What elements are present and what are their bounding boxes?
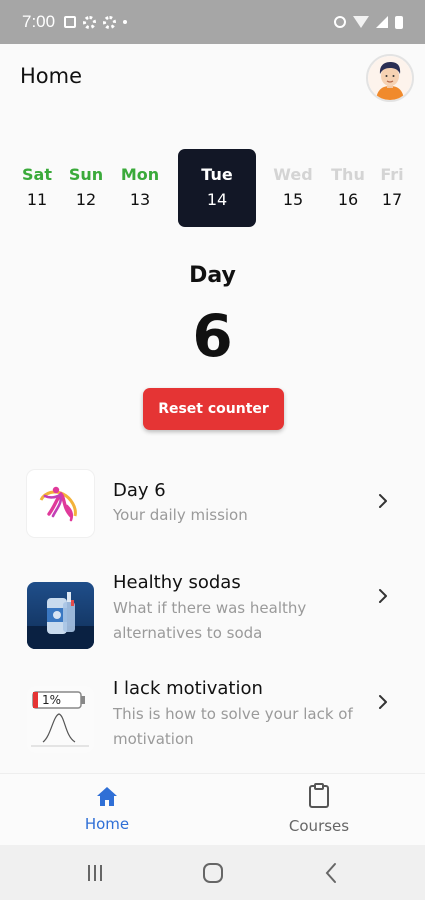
nav-courses[interactable]: Courses <box>259 774 379 846</box>
item-title: Day 6 <box>113 480 166 501</box>
item-title: I lack motivation <box>113 678 263 699</box>
low-battery-motivation-image: 1% <box>27 686 94 753</box>
avatar[interactable] <box>366 54 414 102</box>
avatar-icon <box>368 56 412 100</box>
battery-icon <box>395 15 403 29</box>
alarm-icon <box>334 16 346 28</box>
back-button[interactable] <box>318 859 346 887</box>
clipboard-icon <box>309 783 329 808</box>
system-navigation-bar <box>0 845 425 900</box>
item-title: Healthy sodas <box>113 572 241 593</box>
day-name: Fri <box>380 165 404 184</box>
home-button[interactable] <box>199 859 227 887</box>
nav-home[interactable]: Home <box>47 774 167 846</box>
chevron-right-icon <box>379 589 387 603</box>
status-time: 7:00 <box>22 12 56 31</box>
nav-label: Home <box>84 815 130 833</box>
item-subtitle: What if there was healthy alternatives t… <box>113 599 307 642</box>
gymnast-logo-image <box>27 470 94 537</box>
list-item-lack-motivation[interactable]: 1% I lack motivation This is how to solv… <box>0 672 425 772</box>
day-number: 14 <box>206 190 228 209</box>
day-name: Tue <box>201 165 233 184</box>
day-name: Sun <box>68 165 104 184</box>
day-name: Mon <box>120 165 160 184</box>
day-sun[interactable]: Sun 12 <box>56 148 116 228</box>
list-item-healthy-sodas[interactable]: Healthy sodas What if there was healthy … <box>0 566 425 666</box>
week-strip: Sat 11 Sun 12 Mon 13 Tue 14 Wed 15 Thu 1… <box>0 148 425 228</box>
battery-percent-label: 1% <box>42 693 62 707</box>
day-tue-selected[interactable]: Tue 14 <box>178 149 256 227</box>
reset-counter-button[interactable]: Reset counter <box>143 388 284 430</box>
signal-icon <box>376 16 388 28</box>
day-number: 15 <box>282 190 304 209</box>
day-number: 12 <box>75 190 97 209</box>
recents-button[interactable] <box>81 859 109 887</box>
settings-icon <box>83 15 97 29</box>
counter-value: 6 <box>192 302 233 370</box>
item-subtitle: Your daily mission <box>113 506 248 524</box>
day-wed[interactable]: Wed 15 <box>263 148 323 228</box>
bottom-navigation: Home Courses <box>0 773 425 845</box>
day-number: 17 <box>381 190 403 209</box>
day-name: Wed <box>273 165 313 184</box>
day-fri[interactable]: Fri 17 <box>363 148 421 228</box>
day-mon[interactable]: Mon 13 <box>110 148 170 228</box>
chevron-right-icon <box>379 695 387 709</box>
image-icon <box>64 16 77 28</box>
dot-icon <box>123 20 128 24</box>
item-subtitle: This is how to solve your lack of motiva… <box>113 705 353 748</box>
soda-can-image <box>27 582 94 649</box>
page-title: Home <box>20 64 83 88</box>
home-icon <box>97 787 117 806</box>
status-bar: 7:00 <box>0 0 425 44</box>
gear-icon <box>103 15 117 29</box>
list-item-day-mission[interactable]: Day 6 Your daily mission <box>0 456 425 556</box>
nav-label: Courses <box>288 817 350 835</box>
day-number: 13 <box>129 190 151 209</box>
chevron-right-icon <box>379 494 387 508</box>
counter-label: Day <box>189 263 236 288</box>
wifi-icon <box>353 16 369 28</box>
